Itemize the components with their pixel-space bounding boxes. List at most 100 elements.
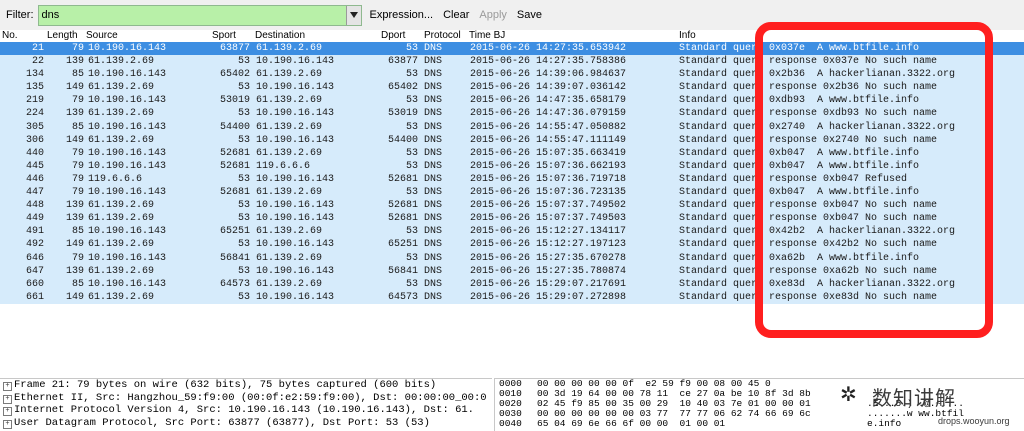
- column-header-sport[interactable]: Sport: [212, 30, 236, 42]
- expand-icon[interactable]: +: [3, 382, 12, 391]
- apply-button[interactable]: Apply: [477, 9, 509, 21]
- packet-cell-len: 139: [65, 213, 84, 225]
- detail-tree-item[interactable]: + Frame 21: 79 bytes on wire (632 bits), …: [0, 379, 492, 392]
- column-header-time[interactable]: Time BJ: [469, 30, 505, 42]
- packet-cell-sport: 53: [237, 291, 250, 303]
- packet-cell-dport: 53: [405, 147, 418, 159]
- packet-cell-proto: DNS: [424, 226, 443, 238]
- packet-cell-proto: DNS: [424, 187, 443, 199]
- packet-cell-len: 139: [65, 200, 84, 212]
- packet-cell-proto: DNS: [424, 173, 443, 185]
- packet-cell-sport: 54400: [219, 121, 250, 133]
- save-button[interactable]: Save: [515, 9, 544, 21]
- packet-cell-len: 85: [71, 121, 84, 133]
- packet-cell-time: 2015-06-26 14:27:35.653942: [470, 43, 627, 54]
- packet-cell-dport: 53: [405, 69, 418, 81]
- packet-cell-dport: 65251: [387, 239, 418, 251]
- packet-cell-no: 224: [25, 108, 44, 120]
- detail-text: Internet Protocol Version 4, Src: 10.190…: [14, 404, 474, 416]
- packet-cell-sport: 53: [237, 173, 250, 185]
- filter-label: Filter:: [6, 9, 34, 21]
- packet-cell-no: 660: [25, 278, 44, 290]
- column-header-no[interactable]: No.: [2, 30, 18, 42]
- packet-cell-dport: 64573: [387, 291, 418, 303]
- packet-cell-dport: 63877: [387, 56, 418, 68]
- packet-cell-dport: 52681: [387, 200, 418, 212]
- packet-cell-proto: DNS: [424, 108, 443, 120]
- packet-cell-dst: 10.190.16.143: [256, 200, 335, 212]
- clear-button[interactable]: Clear: [441, 9, 471, 21]
- packet-cell-dst: 10.190.16.143: [256, 291, 335, 303]
- packet-cell-time: 2015-06-26 14:27:35.758386: [470, 56, 627, 68]
- packet-cell-dst: 61.139.2.69: [256, 252, 323, 264]
- packet-cell-time: 2015-06-26 14:55:47.050882: [470, 121, 627, 133]
- packet-cell-src: 61.139.2.69: [88, 108, 155, 120]
- packet-cell-time: 2015-06-26 15:27:35.780874: [470, 265, 627, 277]
- filter-history-dropdown[interactable]: [345, 5, 361, 25]
- packet-cell-len: 79: [71, 95, 84, 107]
- column-header-dport[interactable]: Dport: [381, 30, 405, 42]
- packet-cell-time: 2015-06-26 14:39:07.036142: [470, 82, 627, 94]
- detail-tree-item[interactable]: + User Datagram Protocol, Src Port: 63877…: [0, 417, 492, 430]
- packet-cell-len: 79: [71, 173, 84, 185]
- packet-cell-dport: 53: [405, 121, 418, 133]
- packet-cell-src: 61.139.2.69: [88, 56, 155, 68]
- packet-cell-no: 647: [25, 265, 44, 277]
- packet-cell-proto: DNS: [424, 134, 443, 146]
- packet-cell-src: 61.139.2.69: [88, 265, 155, 277]
- column-header-info[interactable]: Info: [679, 30, 696, 42]
- packet-cell-proto: DNS: [424, 291, 443, 303]
- packet-cell-proto: DNS: [424, 160, 443, 172]
- packet-cell-src: 61.139.2.69: [88, 200, 155, 212]
- column-header-source[interactable]: Source: [86, 30, 118, 42]
- packet-cell-src: 61.139.2.69: [88, 239, 155, 251]
- expand-icon[interactable]: +: [3, 394, 12, 404]
- packet-cell-dst: 10.190.16.143: [256, 173, 335, 185]
- packet-cell-proto: DNS: [424, 43, 443, 54]
- packet-cell-src: 10.190.16.143: [88, 121, 167, 133]
- packet-cell-sport: 52681: [219, 187, 250, 199]
- detail-tree-item[interactable]: + Ethernet II, Src: Hangzhou_59:f9:00 (00…: [0, 392, 492, 405]
- packet-cell-no: 22: [31, 56, 44, 68]
- packet-cell-dport: 52681: [387, 173, 418, 185]
- column-header-protocol[interactable]: Protocol: [424, 30, 461, 42]
- expand-icon[interactable]: +: [3, 419, 12, 429]
- packet-cell-dst: 61.139.2.69: [256, 95, 323, 107]
- packet-cell-sport: 53: [237, 56, 250, 68]
- column-header-length[interactable]: Length: [47, 30, 78, 42]
- detail-tree-item[interactable]: + Internet Protocol Version 4, Src: 10.19…: [0, 404, 492, 417]
- packet-cell-src: 10.190.16.143: [88, 43, 167, 54]
- packet-cell-src: 10.190.16.143: [88, 95, 167, 107]
- packet-cell-time: 2015-06-26 15:29:07.217691: [470, 278, 627, 290]
- expression-button[interactable]: Expression...: [368, 9, 436, 21]
- packet-cell-dst: 10.190.16.143: [256, 265, 335, 277]
- detail-text: User Datagram Protocol, Src Port: 63877 …: [14, 416, 430, 429]
- display-filter-input[interactable]: [38, 6, 342, 24]
- hex-bytes: 65 04 69 6e 66 6f 00 00 01 00 01: [537, 418, 726, 429]
- packet-cell-no: 492: [25, 239, 44, 251]
- detail-text: Frame 21: 79 bytes on wire (632 bits), 7…: [14, 379, 437, 391]
- packet-cell-sport: 56841: [219, 252, 250, 264]
- packet-cell-dport: 53: [405, 43, 418, 54]
- packet-cell-sport: 64573: [219, 278, 250, 290]
- packet-cell-len: 139: [65, 56, 84, 68]
- expand-icon[interactable]: +: [3, 407, 12, 416]
- watermark: ✲ 数知讲解 drops.wooyun.org: [812, 378, 1024, 430]
- packet-cell-len: 85: [71, 278, 84, 290]
- packet-cell-time: 2015-06-26 15:07:36.662193: [470, 160, 627, 172]
- packet-cell-src: 10.190.16.143: [88, 226, 167, 238]
- filter-input-wrapper: [37, 4, 362, 26]
- packet-cell-dst: 61.139.2.69: [256, 278, 323, 290]
- packet-cell-len: 85: [71, 69, 84, 81]
- packet-cell-dst: 10.190.16.143: [256, 56, 335, 68]
- packet-cell-time: 2015-06-26 15:12:27.197123: [470, 239, 627, 251]
- packet-cell-dport: 56841: [387, 265, 418, 277]
- column-header-destination[interactable]: Destination: [255, 30, 305, 42]
- packet-cell-proto: DNS: [424, 252, 443, 264]
- packet-cell-src: 10.190.16.143: [88, 278, 167, 290]
- packet-cell-src: 10.190.16.143: [88, 69, 167, 81]
- packet-cell-no: 134: [25, 69, 44, 81]
- packet-cell-time: 2015-06-26 15:07:35.663419: [470, 147, 627, 159]
- packet-cell-proto: DNS: [424, 121, 443, 133]
- packet-cell-sport: 63877: [219, 43, 250, 54]
